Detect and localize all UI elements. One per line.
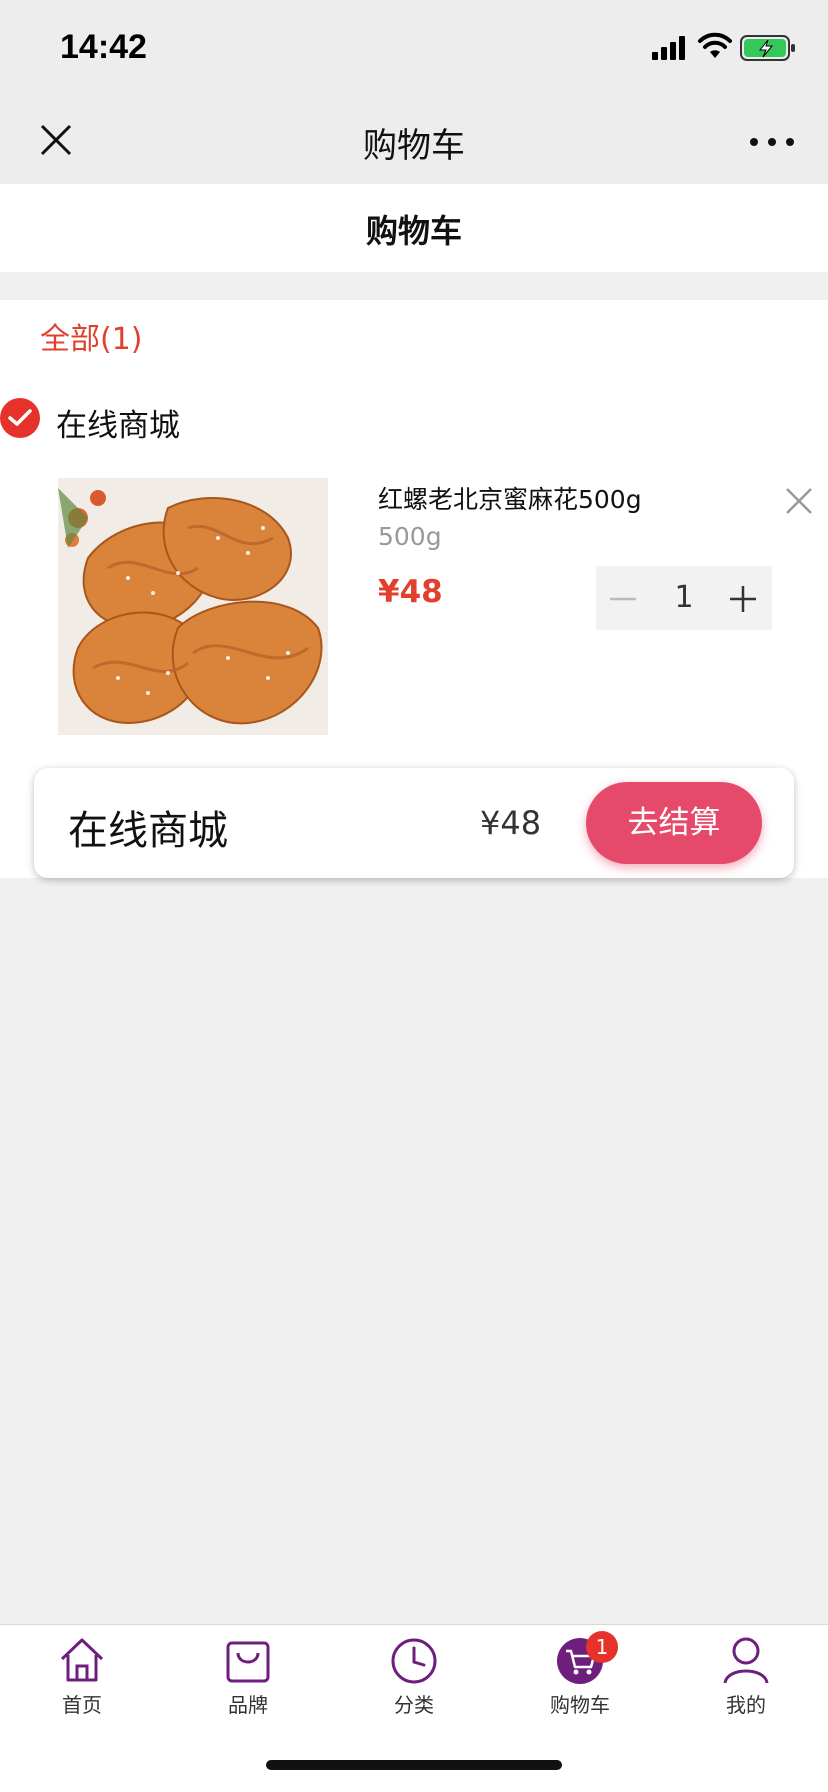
tab-label-cart: 购物车 <box>550 1693 610 1717</box>
tab-profile[interactable]: 我的 <box>686 1635 806 1735</box>
tab-label-profile: 我的 <box>726 1693 766 1717</box>
tab-cart[interactable]: 1 购物车 <box>520 1631 640 1735</box>
check-icon <box>8 409 32 426</box>
signal-icon <box>652 36 685 60</box>
store-checkbox[interactable] <box>0 398 40 438</box>
minus-icon[interactable] <box>608 584 638 614</box>
remove-item-icon[interactable] <box>784 486 814 516</box>
quantity-stepper: 1 <box>596 566 772 630</box>
product-image[interactable] <box>58 478 328 735</box>
user-icon <box>723 1637 769 1684</box>
filter-tab-all[interactable]: 全部(1) <box>40 314 143 358</box>
checkout-bar: 在线商城 ¥48 去结算 <box>34 768 794 878</box>
tab-brand[interactable]: 品牌 <box>188 1635 308 1735</box>
tab-category[interactable]: 分类 <box>354 1635 474 1735</box>
product-photo <box>58 478 328 735</box>
battery-icon <box>740 35 795 61</box>
status-bar: 14:42 <box>0 0 828 100</box>
home-icon <box>60 1638 104 1682</box>
checkout-store-name: 在线商城 <box>68 808 228 854</box>
product-name[interactable]: 红螺老北京蜜麻花500g <box>378 480 642 516</box>
cart-badge: 1 <box>586 1631 618 1663</box>
product-price: ¥48 <box>378 574 443 610</box>
quantity-value[interactable]: 1 <box>654 580 714 615</box>
nav-bar: 购物车 <box>0 100 828 184</box>
status-time: 14:42 <box>60 28 147 66</box>
wifi-icon <box>698 32 732 58</box>
page-header: 购物车 <box>0 184 828 272</box>
page-title: 购物车 <box>365 212 462 250</box>
store-row: 在线商城 <box>0 396 600 444</box>
tab-home[interactable]: 首页 <box>22 1635 142 1735</box>
plus-icon[interactable] <box>728 584 758 614</box>
clock-icon <box>391 1638 437 1684</box>
home-indicator <box>266 1760 562 1770</box>
bag-icon <box>226 1641 270 1683</box>
store-name: 在线商城 <box>56 408 180 444</box>
tab-label-home: 首页 <box>62 1693 102 1717</box>
tab-label-category: 分类 <box>394 1693 434 1717</box>
nav-title: 购物车 <box>363 126 465 166</box>
tab-label-brand: 品牌 <box>228 1693 268 1717</box>
checkout-button[interactable]: 去结算 <box>586 782 762 864</box>
product-spec: 500g <box>378 522 442 551</box>
checkout-total: ¥48 <box>480 804 542 842</box>
more-icon[interactable] <box>748 130 796 154</box>
